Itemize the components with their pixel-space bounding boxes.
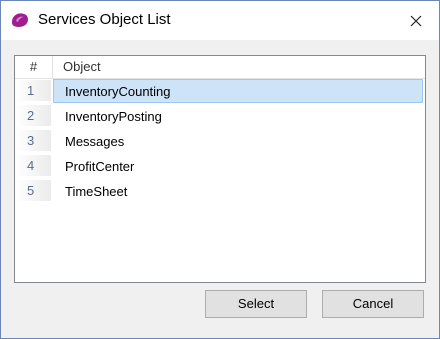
column-header-object[interactable]: Object <box>63 56 101 78</box>
table-row[interactable]: 3 Messages <box>15 129 425 153</box>
services-object-list-dialog: Services Object List # Object 1 Inventor… <box>0 0 440 339</box>
row-object-name[interactable]: InventoryPosting <box>53 104 423 128</box>
row-object-name[interactable]: TimeSheet <box>53 179 423 203</box>
table-row[interactable]: 2 InventoryPosting <box>15 104 425 128</box>
select-button[interactable]: Select <box>205 290 307 318</box>
row-number: 2 <box>16 105 51 126</box>
window-title: Services Object List <box>38 11 171 28</box>
row-number: 3 <box>16 130 51 151</box>
table-row[interactable]: 5 TimeSheet <box>15 179 425 203</box>
row-number: 1 <box>16 80 51 101</box>
row-object-name[interactable]: InventoryCounting <box>53 79 423 103</box>
app-logo-icon <box>12 13 28 27</box>
cancel-button[interactable]: Cancel <box>322 290 424 318</box>
table-row[interactable]: 4 ProfitCenter <box>15 154 425 178</box>
close-button[interactable] <box>393 1 439 40</box>
row-object-name[interactable]: ProfitCenter <box>53 154 423 178</box>
close-icon <box>410 15 422 26</box>
row-number: 5 <box>16 180 51 201</box>
row-number: 4 <box>16 155 51 176</box>
column-header-number[interactable]: # <box>15 56 53 78</box>
title-bar: Services Object List <box>1 1 439 40</box>
object-list[interactable]: # Object 1 InventoryCounting 2 Inventory… <box>14 55 426 283</box>
row-object-name[interactable]: Messages <box>53 129 423 153</box>
table-row[interactable]: 1 InventoryCounting <box>15 79 425 103</box>
list-header: # Object <box>15 56 425 79</box>
